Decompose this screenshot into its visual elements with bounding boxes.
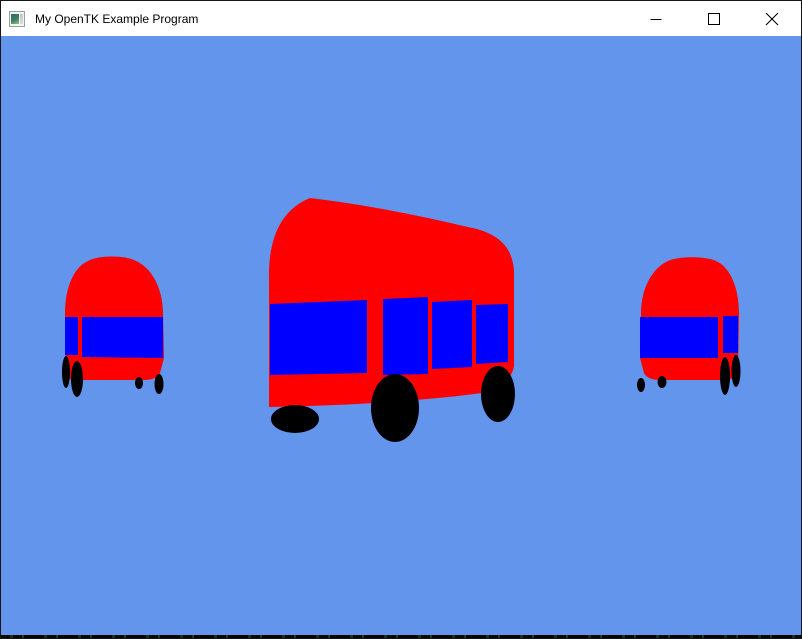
bus-center-side-window-3: [476, 304, 508, 364]
bus-right-wheel-outer-left: [637, 378, 645, 392]
window-controls: [627, 1, 801, 36]
bus-left-side-window: [65, 317, 78, 355]
bus-right-side-window: [723, 316, 738, 353]
bus-center-wheel-front: [271, 405, 319, 433]
bus-left-rear-window: [82, 317, 163, 358]
bus-right-wheel-outer-right: [732, 355, 741, 387]
app-icon[interactable]: [9, 11, 25, 27]
app-icon-scrollbar: [20, 14, 23, 24]
bus-right-wheel-inner-right: [720, 357, 730, 395]
bus-center-side-window-2: [432, 300, 472, 369]
bus-left-wheel-outer-left: [62, 356, 70, 388]
bus-center-side-window-1: [383, 297, 428, 375]
bus-right-wheel-inner-left: [658, 376, 667, 388]
title-bar[interactable]: My OpenTK Example Program: [1, 1, 801, 36]
bus-left-wheel-outer-right: [155, 374, 164, 394]
bus-left-wheel-inner-left: [71, 361, 83, 397]
render-canvas: [1, 36, 801, 635]
app-window: My OpenTK Example Program: [0, 0, 802, 639]
bus-center-wheel-rear: [481, 366, 515, 422]
window-title: My OpenTK Example Program: [35, 12, 198, 26]
desktop-edge: [1, 635, 801, 638]
bus-rear-right: [637, 257, 741, 395]
bus-center-front-window: [270, 300, 367, 375]
minimize-icon: [650, 13, 662, 25]
bus-left-wheel-inner-right: [135, 377, 143, 389]
maximize-icon: [708, 13, 720, 25]
bus-rear-left: [62, 257, 164, 398]
close-icon: [765, 12, 779, 26]
close-button[interactable]: [743, 1, 801, 36]
bus-center-wheel-middle: [371, 374, 419, 442]
bus-right-rear-window: [640, 317, 718, 358]
minimize-button[interactable]: [627, 1, 685, 36]
gl-viewport[interactable]: [1, 36, 801, 635]
app-icon-client-area: [11, 14, 19, 24]
maximize-button[interactable]: [685, 1, 743, 36]
